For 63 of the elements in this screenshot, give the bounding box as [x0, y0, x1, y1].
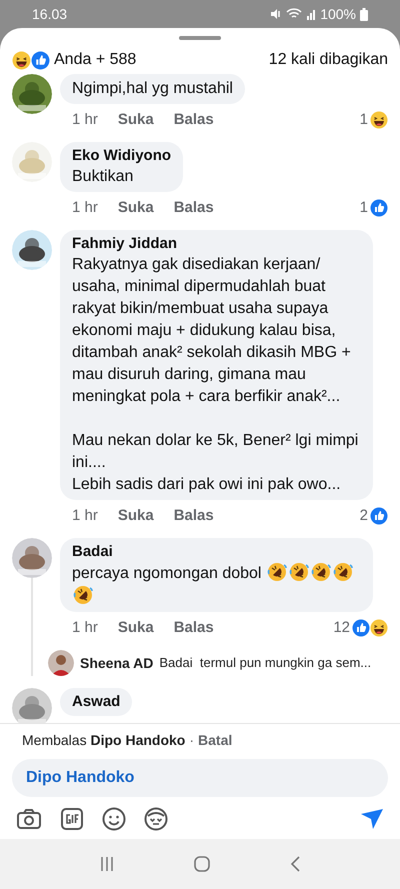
like-reaction-icon: [370, 199, 388, 217]
comment-time: 1 hr: [72, 618, 98, 638]
rolling-laughing-emoji-icon: [288, 562, 309, 582]
smiley-icon[interactable]: [102, 807, 126, 831]
send-icon[interactable]: [360, 808, 384, 830]
status-time: 16.03: [32, 4, 68, 24]
gif-icon[interactable]: [60, 807, 84, 831]
rolling-laughing-emoji-icon: [266, 562, 287, 582]
recent-apps-icon[interactable]: [99, 856, 115, 872]
separator-dot: ·: [189, 731, 194, 750]
like-reaction-icon: [352, 619, 370, 637]
reply-link[interactable]: Balas: [174, 618, 214, 638]
reply-link[interactable]: Balas: [174, 506, 214, 526]
cancel-link[interactable]: Batal: [198, 730, 232, 751]
comment-bubble[interactable]: Eko Widiyono Buktikan: [60, 142, 184, 192]
like-link[interactable]: Suka: [118, 110, 154, 130]
reaction-count: 12: [333, 618, 350, 638]
commenter-name[interactable]: Fahmiy Jiddan: [72, 234, 361, 254]
like-reaction-icon: [31, 50, 50, 70]
camera-icon[interactable]: [16, 808, 42, 830]
home-icon[interactable]: [193, 855, 211, 873]
comment-bubble[interactable]: Aswad: [60, 688, 132, 716]
reaction-count: 1: [360, 198, 368, 218]
battery-percent: 100%: [320, 4, 356, 24]
reply-preview-text[interactable]: Badai termul pun mungkin ga sem...: [159, 653, 372, 673]
reply-link[interactable]: Balas: [174, 198, 214, 218]
reply-link[interactable]: Balas: [174, 110, 214, 130]
share-count[interactable]: 12 kali dibagikan: [268, 48, 388, 72]
reaction-summary[interactable]: Anda + 588: [54, 48, 136, 72]
comment-time: 1 hr: [72, 506, 98, 526]
rolling-laughing-emoji-icon: [73, 585, 93, 605]
drag-handle[interactable]: [179, 36, 221, 40]
commenter-name[interactable]: Eko Widiyono: [72, 146, 172, 166]
like-link[interactable]: Suka: [118, 506, 154, 526]
battery-icon: [360, 8, 368, 20]
like-reaction-icon: [370, 507, 388, 525]
rolling-laughing-emoji-icon: [332, 562, 353, 582]
reply-author[interactable]: Sheena AD: [80, 652, 154, 674]
comment-input[interactable]: Dipo Handoko: [12, 759, 388, 797]
comment-text: Buktikan: [72, 167, 134, 187]
rolling-laughing-emoji-icon: [310, 562, 331, 582]
reaction-count: 2: [360, 506, 368, 526]
reaction-count: 1: [360, 110, 368, 130]
comment-time: 1 hr: [72, 110, 98, 130]
replying-to-text: Membalas Dipo Handoko: [22, 731, 186, 750]
laughing-reaction-icon: [12, 50, 31, 70]
comment-text: Rakyatnya gak disediakan kerjaan/ usaha, minimal dipermudahlah buat rakyat bikin/membuat usaha supaya ekonomi maju + didukung kalau bisa, ditambah anak² sekolah dikasih MBG + mau disuruh daring, gimana mau meningkat pola + cara berfikir anak²... Mau nekan dolar ke 5k, Bener² lgi mimpi ini.... Lebih sadis dari pak owi ini pak owo...: [72, 255, 360, 495]
back-icon[interactable]: [289, 855, 301, 873]
like-link[interactable]: Suka: [118, 618, 154, 638]
signal-icon: [306, 8, 316, 20]
comment-bubble[interactable]: Ngimpi,hal yg mustahil: [60, 74, 245, 104]
comment-bubble[interactable]: Badai percaya ngomongan dobol: [60, 538, 373, 612]
laughing-reaction-icon: [370, 111, 388, 129]
commenter-name[interactable]: Badai: [72, 542, 361, 562]
laughing-reaction-icon: [370, 619, 388, 637]
commenter-name[interactable]: Aswad: [72, 692, 120, 712]
mute-icon: [270, 8, 282, 20]
comment-text: Ngimpi,hal yg mustahil: [72, 79, 233, 99]
wifi-icon: [286, 8, 302, 20]
like-link[interactable]: Suka: [118, 198, 154, 218]
sticker-icon[interactable]: [144, 807, 168, 831]
comment-text: percaya ngomongan dobol: [72, 562, 361, 608]
comment-time: 1 hr: [72, 198, 98, 218]
